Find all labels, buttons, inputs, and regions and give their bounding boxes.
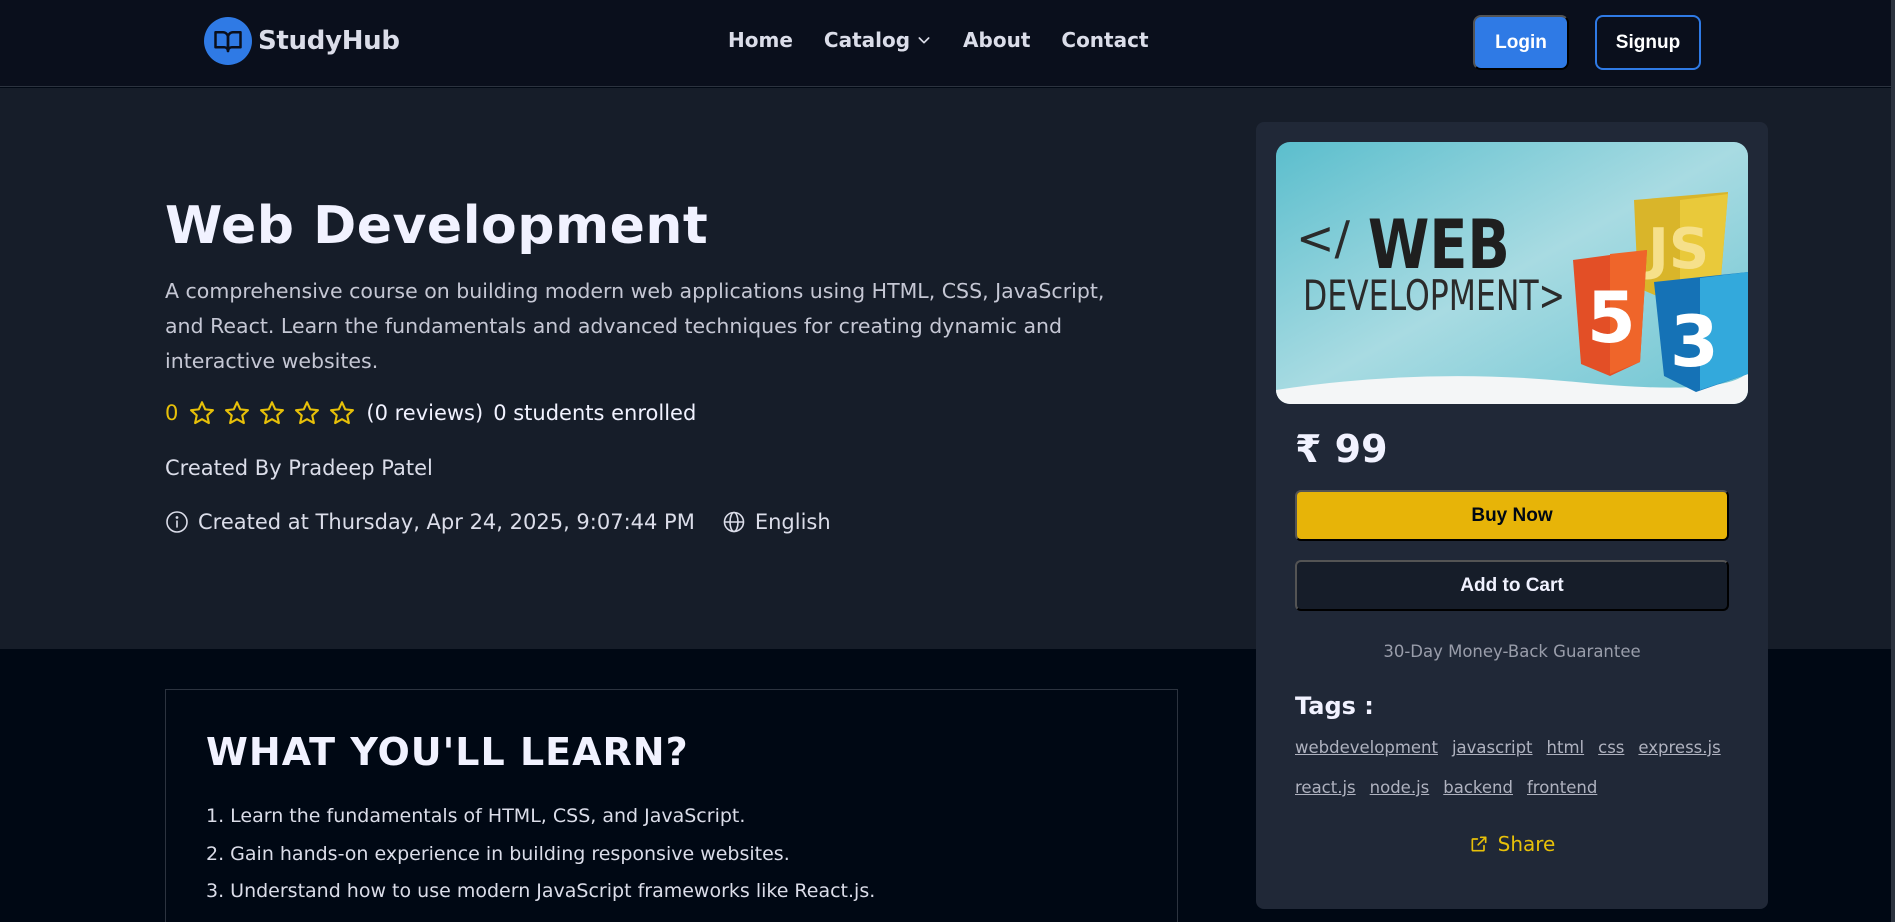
tag-link[interactable]: backend <box>1443 776 1513 799</box>
enrolled-count: 0 students enrolled <box>493 401 697 425</box>
tags-title: Tags : <box>1295 692 1374 720</box>
rating-row: 0 (0 reviews) 0 students enrolled <box>165 399 696 427</box>
star-rating <box>188 399 356 427</box>
login-button[interactable]: Login <box>1473 15 1569 70</box>
chevron-down-icon <box>918 37 930 44</box>
thumbnail-development: DEVELOPMENT> <box>1303 272 1565 321</box>
instructor: Created By Pradeep Patel <box>165 456 433 480</box>
tag-link[interactable]: css <box>1598 736 1624 759</box>
tag-list: webdevelopment javascript html css expre… <box>1295 736 1735 799</box>
course-meta: Created at Thursday, Apr 24, 2025, 9:07:… <box>165 510 831 534</box>
css3-badge: 3 <box>1670 301 1719 383</box>
brand-logo[interactable]: StudyHub <box>204 17 400 65</box>
learn-item: 1. Learn the fundamentals of HTML, CSS, … <box>206 805 746 827</box>
nav-about[interactable]: About <box>963 28 1030 52</box>
star-icon <box>190 401 215 425</box>
js-badge: JS <box>1644 217 1709 282</box>
review-count: (0 reviews) <box>366 401 484 425</box>
nav-catalog-label: Catalog <box>823 28 911 52</box>
course-language: English <box>722 510 831 534</box>
thumbnail-slash: </ <box>1296 211 1351 265</box>
nav-home[interactable]: Home <box>728 28 793 52</box>
tag-link[interactable]: node.js <box>1370 776 1430 799</box>
learn-list: 1. Learn the fundamentals of HTML, CSS, … <box>206 803 875 916</box>
course-title: Web Development <box>165 196 709 256</box>
purchase-card: </ WEB DEVELOPMENT> JS 5 3 ₹ 99 Buy Now … <box>1256 122 1768 909</box>
page-scrollbar[interactable] <box>1891 0 1895 922</box>
book-open-icon <box>204 17 252 65</box>
learn-section: WHAT YOU'LL LEARN? 1. Learn the fundamen… <box>165 689 1178 922</box>
tag-link[interactable]: express.js <box>1638 736 1720 759</box>
tag-link[interactable]: javascript <box>1452 736 1533 759</box>
add-to-cart-button[interactable]: Add to Cart <box>1295 560 1729 611</box>
globe-icon <box>723 511 745 533</box>
tag-link[interactable]: react.js <box>1295 776 1356 799</box>
html5-badge: 5 <box>1587 277 1636 359</box>
course-description: A comprehensive course on building moder… <box>165 279 1105 373</box>
info-icon <box>166 511 188 533</box>
tag-link[interactable]: html <box>1547 736 1585 759</box>
nav-catalog[interactable]: Catalog <box>824 28 932 52</box>
star-icon <box>330 401 355 425</box>
course-thumbnail: </ WEB DEVELOPMENT> JS 5 3 <box>1276 142 1748 404</box>
main-nav: Home Catalog About Contact <box>728 28 1149 52</box>
brand-name: StudyHub <box>258 26 400 56</box>
learn-title: WHAT YOU'LL LEARN? <box>206 730 689 774</box>
star-icon <box>260 401 285 425</box>
learn-item: 2. Gain hands-on experience in building … <box>206 842 790 865</box>
rating-value: 0 <box>165 401 179 425</box>
share-label: Share <box>1497 832 1556 856</box>
language-label: English <box>754 510 831 534</box>
buy-now-button[interactable]: Buy Now <box>1295 490 1729 541</box>
star-icon <box>225 401 250 425</box>
tag-link[interactable]: webdevelopment <box>1295 736 1438 759</box>
share-button[interactable]: Share <box>1256 832 1768 856</box>
share-icon <box>1471 836 1487 852</box>
money-back-guarantee: 30-Day Money-Back Guarantee <box>1383 642 1641 661</box>
learn-item: 3. Understand how to use modern JavaScri… <box>206 880 876 902</box>
star-icon <box>295 401 320 425</box>
signup-button[interactable]: Signup <box>1595 15 1701 70</box>
tag-link[interactable]: frontend <box>1527 776 1597 799</box>
created-at: Created at Thursday, Apr 24, 2025, 9:07:… <box>198 510 695 534</box>
course-price: ₹ 99 <box>1295 427 1388 471</box>
navbar: StudyHub Home Catalog About Contact Logi… <box>0 0 1895 87</box>
nav-contact[interactable]: Contact <box>1061 28 1148 52</box>
